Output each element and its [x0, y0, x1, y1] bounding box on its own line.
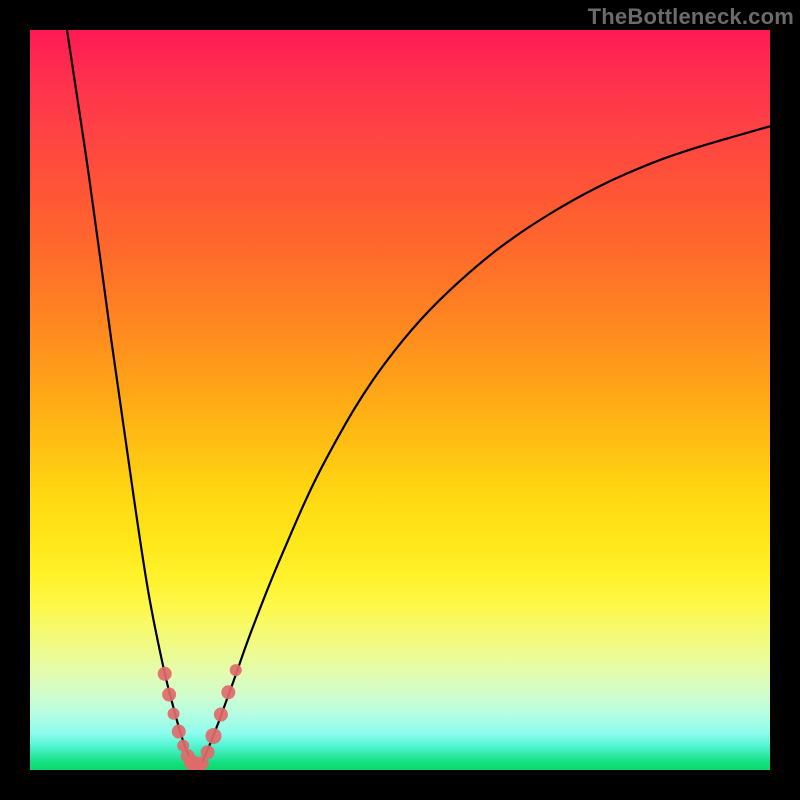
watermark-text: TheBottleneck.com — [588, 4, 794, 30]
data-point-marker — [230, 664, 242, 676]
curve-data-points — [158, 664, 242, 770]
curve-right-branch — [197, 126, 770, 768]
curve-layer — [30, 30, 770, 770]
data-point-marker — [162, 688, 176, 702]
data-point-marker — [168, 708, 180, 720]
data-point-marker — [158, 667, 172, 681]
data-point-marker — [206, 728, 222, 744]
bottleneck-curve — [67, 30, 770, 768]
curve-left-branch — [67, 30, 197, 768]
chart-frame: TheBottleneck.com — [0, 0, 800, 800]
data-point-marker — [201, 745, 215, 759]
data-point-marker — [172, 725, 186, 739]
data-point-marker — [214, 708, 228, 722]
data-point-marker — [221, 685, 235, 699]
plot-area — [30, 30, 770, 770]
